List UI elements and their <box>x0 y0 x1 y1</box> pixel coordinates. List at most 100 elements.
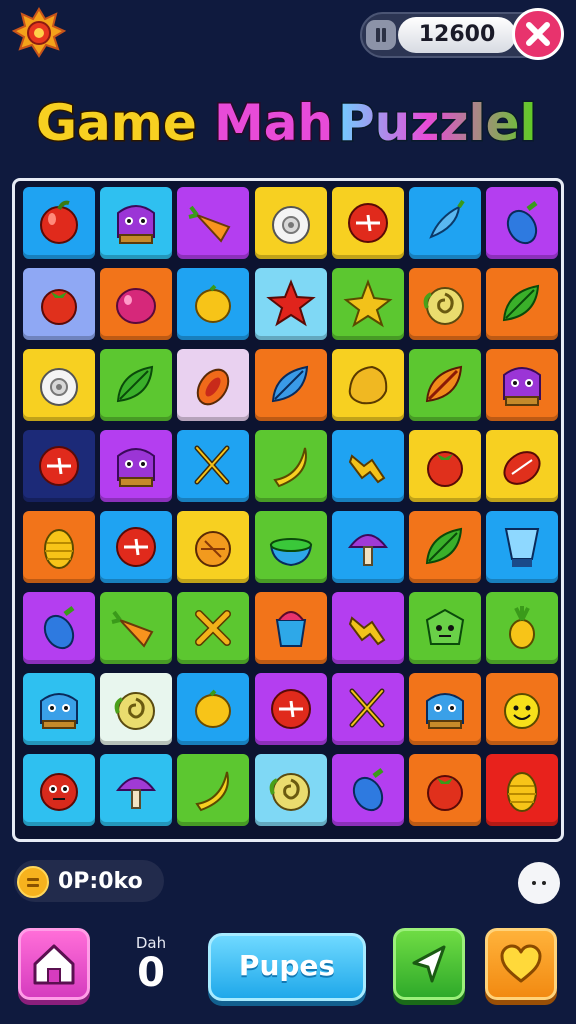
tile-pineapple[interactable] <box>486 592 559 664</box>
tile-corn[interactable] <box>486 754 559 826</box>
tile-purple-monster[interactable] <box>100 430 173 502</box>
corn-icon <box>507 772 538 812</box>
tile-utensils[interactable] <box>331 673 404 745</box>
purple-monster-icon <box>117 448 156 487</box>
blue-leaf-icon <box>271 365 308 403</box>
tile-banana[interactable] <box>254 430 327 502</box>
onion-icon <box>195 531 232 567</box>
cauliflower-icon <box>271 206 310 244</box>
close-button[interactable] <box>512 8 564 60</box>
tile-cauliflower[interactable] <box>254 187 327 259</box>
tile-cauliflower[interactable] <box>23 349 95 421</box>
tile-purple-monster[interactable] <box>486 349 559 421</box>
tile-blue-monster[interactable] <box>23 673 95 745</box>
home-button[interactable] <box>18 928 90 1000</box>
tile-blue-eggplant[interactable] <box>331 754 404 826</box>
options-button[interactable] <box>518 862 560 904</box>
tile-carrot[interactable] <box>177 187 250 259</box>
tile-purple-monster[interactable] <box>100 187 173 259</box>
green-monster-icon <box>425 608 465 645</box>
tile-lemon[interactable] <box>177 673 250 745</box>
carrot-icon <box>188 205 231 243</box>
tile-green-leaf[interactable] <box>409 511 481 583</box>
green-leaf-icon <box>117 365 154 403</box>
tile-crossed-sticks[interactable] <box>177 592 250 664</box>
tile-cabbage[interactable] <box>409 268 481 340</box>
tile-melon[interactable] <box>486 430 559 502</box>
green-leaf-icon <box>503 284 540 322</box>
lemon-icon <box>195 689 232 728</box>
tile-green-leaf[interactable] <box>100 349 173 421</box>
green-leaf-icon <box>425 527 463 565</box>
tomato-icon <box>41 289 77 325</box>
tile-blue-chili[interactable] <box>409 187 481 259</box>
tile-starfruit[interactable] <box>331 268 404 340</box>
tile-green-monster[interactable] <box>409 592 481 664</box>
tile-tomato[interactable] <box>23 268 95 340</box>
tile-brown-leaf[interactable] <box>409 349 481 421</box>
game-title: Game Mah Puzzlel <box>35 93 539 154</box>
tile-blue-leaf[interactable] <box>254 349 327 421</box>
tile-mushroom[interactable] <box>100 754 173 826</box>
mushroom-icon <box>347 534 388 566</box>
tile-utensils[interactable] <box>177 430 250 502</box>
corn-icon <box>44 529 74 569</box>
tile-apple[interactable] <box>23 187 95 259</box>
carrot-icon <box>111 610 154 648</box>
tile-cabbage[interactable] <box>254 754 327 826</box>
blender-icon <box>504 528 540 567</box>
tile-plum[interactable] <box>100 268 173 340</box>
apple-icon <box>40 200 78 244</box>
main-action-button[interactable]: Pupes <box>208 933 366 1001</box>
tile-blue-eggplant[interactable] <box>486 187 559 259</box>
tile-blue-monster[interactable] <box>409 673 481 745</box>
tile-tomato[interactable] <box>409 754 481 826</box>
plum-icon <box>116 288 157 324</box>
blue-monster-icon <box>40 693 78 729</box>
tile-blender[interactable] <box>486 511 559 583</box>
tile-tomato[interactable] <box>409 430 481 502</box>
tile-yellow-smiley[interactable] <box>486 673 559 745</box>
blue-eggplant-icon <box>507 201 538 245</box>
hint-button[interactable] <box>393 928 465 1000</box>
potato-icon <box>348 365 388 405</box>
cup-icon <box>275 611 306 647</box>
score-value: 12600 <box>398 17 516 53</box>
tomato-icon <box>427 451 463 487</box>
tile-green-leaf[interactable] <box>486 268 559 340</box>
red-ball-icon <box>270 689 311 729</box>
tile-ginger[interactable] <box>331 592 404 664</box>
pause-button[interactable] <box>366 20 396 50</box>
tile-carrot[interactable] <box>100 592 173 664</box>
tile-cabbage[interactable] <box>100 673 173 745</box>
tile-onion[interactable] <box>177 511 250 583</box>
stat-value: 0 <box>137 950 165 996</box>
tile-corn[interactable] <box>23 511 95 583</box>
tile-red-ball[interactable] <box>331 187 404 259</box>
tile-red-ball[interactable] <box>254 673 327 745</box>
favorite-button[interactable] <box>485 928 557 1000</box>
tile-cup[interactable] <box>254 592 327 664</box>
tile-red-monster[interactable] <box>23 754 95 826</box>
tile-potato[interactable] <box>331 349 404 421</box>
utensils-icon <box>194 445 230 485</box>
tile-bowl[interactable] <box>254 511 327 583</box>
tile-red-star[interactable] <box>254 268 327 340</box>
tile-banana[interactable] <box>177 754 250 826</box>
heart-icon <box>500 944 542 983</box>
tile-papaya[interactable] <box>177 349 250 421</box>
ginger-icon <box>348 454 386 484</box>
tile-red-ball[interactable] <box>23 430 95 502</box>
tile-red-ball[interactable] <box>100 511 173 583</box>
tile-blue-eggplant[interactable] <box>23 592 95 664</box>
tile-mushroom[interactable] <box>331 511 404 583</box>
tile-lemon[interactable] <box>177 268 250 340</box>
lemon-icon <box>195 284 232 323</box>
send-arrow-icon <box>412 945 446 983</box>
tile-ginger[interactable] <box>331 430 404 502</box>
banana-icon <box>272 447 307 488</box>
cabbage-icon <box>423 287 464 325</box>
coin-icon <box>17 866 49 898</box>
utensils-icon <box>349 688 385 728</box>
game-board <box>12 178 564 842</box>
